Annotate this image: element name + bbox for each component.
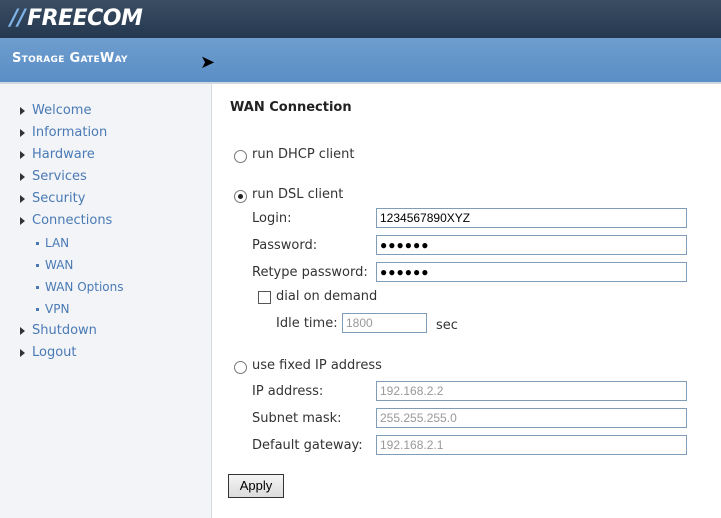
logo-text: FREECOM	[27, 6, 143, 31]
main-content: WAN Connection run DHCP client run DSL c…	[212, 84, 721, 518]
sidebar-item-welcome[interactable]: Welcome	[20, 100, 124, 122]
dial-on-demand-checkbox[interactable]	[258, 291, 271, 304]
sidebar-item-label: Logout	[32, 345, 77, 360]
sidebar-item-security[interactable]: Security	[20, 188, 124, 210]
sidebar-item-information[interactable]: Information	[20, 122, 124, 144]
sidebar-item-label: Information	[32, 125, 108, 140]
idle-time-input[interactable]: 1800	[342, 313, 427, 333]
arrow-icon	[20, 216, 25, 225]
subnet-mask-input[interactable]: 255.255.255.0	[376, 408, 687, 428]
sidebar-item-shutdown[interactable]: Shutdown	[20, 320, 124, 342]
sidebar-nav: Welcome Information Hardware Services Se…	[20, 100, 124, 364]
sidebar-subitem-label: VPN	[45, 302, 70, 316]
arrow-icon	[20, 106, 25, 115]
arrow-icon	[20, 326, 25, 335]
sidebar-item-label: Connections	[32, 213, 113, 228]
bullet-icon	[36, 308, 39, 311]
sidebar-subitem-label: LAN	[45, 236, 70, 250]
login-input[interactable]: 1234567890XYZ	[376, 208, 687, 228]
sidebar-subitem-label: WAN	[45, 258, 74, 272]
sidebar-item-label: Welcome	[32, 103, 92, 118]
sidebar-item-logout[interactable]: Logout	[20, 342, 124, 364]
bullet-icon	[36, 242, 39, 245]
ip-address-input[interactable]: 192.168.2.2	[376, 381, 687, 401]
product-header-bar: Storage GateWay	[0, 38, 721, 84]
sidebar-subitem-wan-options[interactable]: WAN Options	[20, 276, 124, 298]
sidebar: Welcome Information Hardware Services Se…	[0, 84, 212, 518]
arrow-icon	[20, 172, 25, 181]
fixed-ip-label: use fixed IP address	[252, 358, 382, 373]
subnet-mask-label: Subnet mask:	[252, 411, 342, 426]
arrow-icon	[20, 348, 25, 357]
apply-button[interactable]: Apply	[228, 474, 284, 498]
sidebar-item-connections[interactable]: Connections	[20, 210, 124, 232]
page-title: WAN Connection	[230, 100, 352, 115]
dhcp-radio[interactable]	[234, 150, 247, 163]
sidebar-item-hardware[interactable]: Hardware	[20, 144, 124, 166]
top-header-bar: //FREECOM	[0, 0, 721, 38]
sidebar-item-label: Hardware	[32, 147, 95, 162]
dial-on-demand-label: dial on demand	[276, 289, 378, 304]
default-gateway-label: Default gateway:	[252, 438, 363, 453]
sidebar-subitem-lan[interactable]: LAN	[20, 232, 124, 254]
mouse-cursor-icon: ➤	[200, 52, 216, 73]
dhcp-label: run DHCP client	[252, 147, 355, 162]
bullet-icon	[36, 286, 39, 289]
idle-time-label: Idle time:	[276, 316, 338, 331]
sidebar-subitem-wan[interactable]: WAN	[20, 254, 124, 276]
dsl-label: run DSL client	[252, 187, 344, 202]
freecom-logo: //FREECOM	[10, 6, 143, 31]
password-input[interactable]: ●●●●●●	[376, 235, 687, 255]
bullet-icon	[36, 264, 39, 267]
arrow-icon	[20, 150, 25, 159]
sidebar-item-label: Security	[32, 191, 86, 206]
arrow-icon	[20, 194, 25, 203]
login-label: Login:	[252, 211, 292, 226]
product-title: Storage GateWay	[12, 51, 128, 66]
retype-password-label: Retype password:	[252, 265, 368, 280]
dsl-radio[interactable]	[234, 190, 247, 203]
sidebar-item-services[interactable]: Services	[20, 166, 124, 188]
password-label: Password:	[252, 238, 318, 253]
retype-password-input[interactable]: ●●●●●●	[376, 262, 687, 282]
idle-time-unit: sec	[436, 318, 458, 333]
sidebar-subitem-vpn[interactable]: VPN	[20, 298, 124, 320]
sidebar-item-label: Shutdown	[32, 323, 97, 338]
default-gateway-input[interactable]: 192.168.2.1	[376, 435, 687, 455]
ip-address-label: IP address:	[252, 384, 324, 399]
sidebar-subitem-label: WAN Options	[45, 280, 124, 294]
sidebar-item-label: Services	[32, 169, 87, 184]
arrow-icon	[20, 128, 25, 137]
fixed-ip-radio[interactable]	[234, 361, 247, 374]
